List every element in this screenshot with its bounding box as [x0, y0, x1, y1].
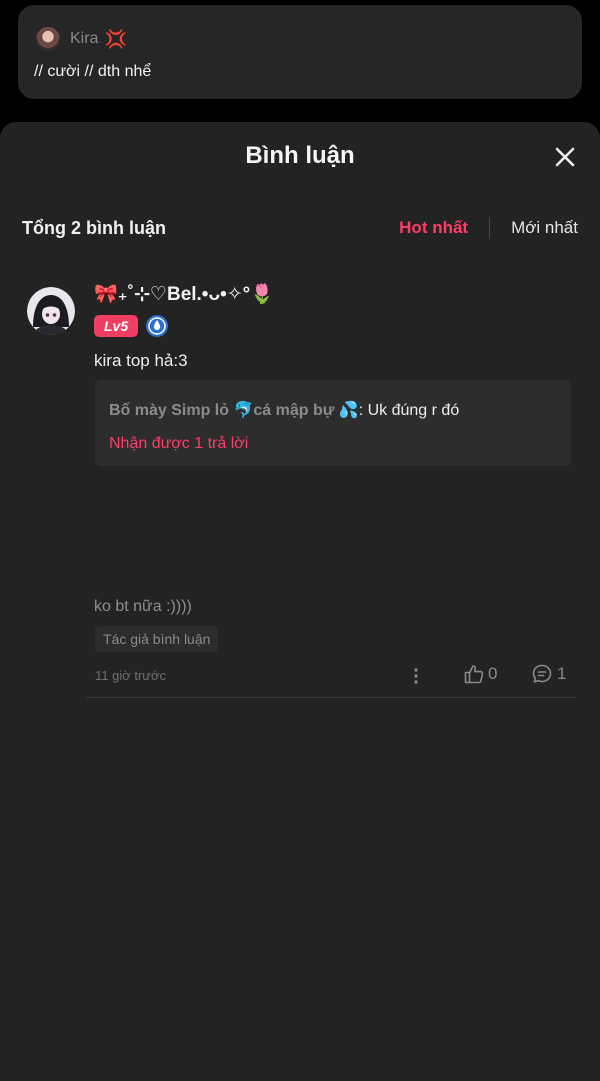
- post-author-name[interactable]: Kira: [70, 30, 98, 48]
- commenter-name[interactable]: 🎀₊˚⊹♡Bel.•ᴗ•✧°🌷: [94, 282, 274, 306]
- reply-author[interactable]: Bố mày Simp lỏ 🐬cá mập bự 💦: [109, 402, 359, 419]
- sort-newest-tab[interactable]: Mới nhất: [511, 218, 578, 238]
- reply-separator: :: [358, 402, 364, 419]
- reply-content: Uk đúng r đó: [367, 402, 460, 419]
- sort-hot-tab[interactable]: Hot nhất: [399, 218, 468, 238]
- reply-preview[interactable]: Bố mày Simp lỏ 🐬cá mập bự 💦: Uk đúng r đ…: [95, 380, 571, 466]
- comment-meta-row: 11 giờ trước 0 1: [95, 663, 570, 689]
- close-icon[interactable]: [554, 146, 576, 168]
- view-replies-link[interactable]: Nhận được 1 trả lời: [109, 435, 248, 453]
- sort-divider: [489, 217, 491, 239]
- reply-count: 1: [557, 664, 567, 683]
- comments-summary-row: Tổng 2 bình luận Hot nhất Mới nhất: [22, 214, 578, 242]
- author-note-text: ko bt nữa :)))): [94, 598, 192, 615]
- total-comments-label: Tổng 2 bình luận: [22, 217, 166, 238]
- thumbs-up-icon: [464, 665, 484, 684]
- post-card[interactable]: Kira 💢 // cười // dth nhể: [18, 5, 582, 99]
- comment-bubble-icon: [532, 664, 552, 683]
- author-tag: Tác giả bình luận: [95, 626, 219, 652]
- reply-button[interactable]: 1: [531, 663, 566, 685]
- post-author-row: Kira 💢: [36, 25, 127, 53]
- anger-icon: 💢: [104, 29, 127, 49]
- comment-text: kira top hả:3: [94, 351, 188, 370]
- level-badge: Lv5: [94, 315, 139, 337]
- post-text: // cười // dth nhể: [34, 63, 152, 80]
- commenter-badges: Lv5: [94, 314, 169, 338]
- sheet-title: Bình luận: [245, 142, 355, 169]
- more-vertical-icon[interactable]: [413, 667, 419, 685]
- comments-sheet: Bình luận Tổng 2 bình luận Hot nhất Mới …: [0, 122, 600, 1081]
- comment-timestamp: 11 giờ trước: [95, 668, 167, 683]
- comment-divider: [86, 697, 576, 698]
- post-author-avatar[interactable]: [36, 27, 60, 51]
- like-count: 0: [488, 664, 498, 683]
- commenter-avatar[interactable]: [27, 287, 75, 335]
- like-button[interactable]: 0: [463, 663, 497, 685]
- reply-preview-line: Bố mày Simp lỏ 🐬cá mập bự 💦: Uk đúng r đ…: [109, 400, 459, 420]
- verified-icon: [146, 315, 169, 337]
